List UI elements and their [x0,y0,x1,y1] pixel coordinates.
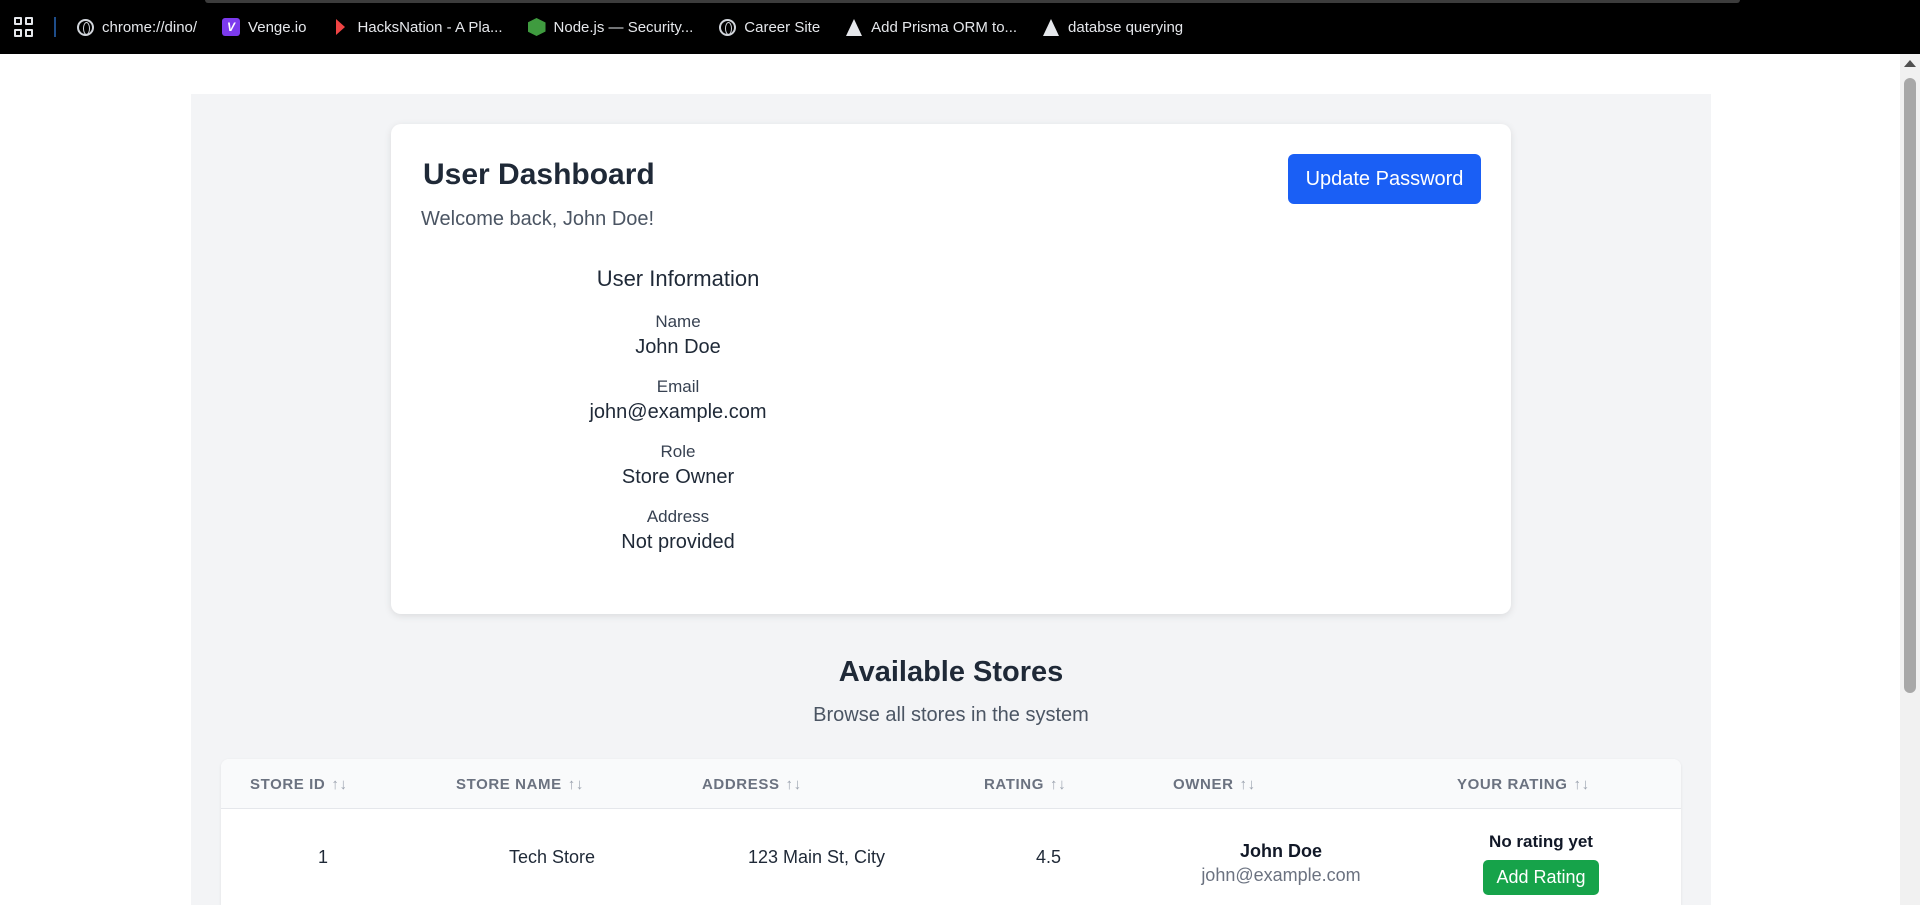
bookmark-nodejs-security[interactable]: Node.js — Security... [527,18,694,36]
scrollbar-thumb[interactable] [1904,78,1916,693]
bookmark-career-site[interactable]: Career Site [718,18,820,36]
dashboard-card: User Dashboard Welcome back, John Doe! U… [391,124,1511,614]
column-header-store-name[interactable]: STORE NAME ↑↓ [456,776,584,793]
table-header: STORE ID ↑↓ STORE NAME ↑↓ ADDRESS ↑↓ RATING… [221,759,1681,809]
tab-strip-edge [205,0,1740,3]
bookmark-label: Node.js — Security... [553,18,694,36]
column-header-address[interactable]: ADDRESS ↑↓ [702,776,802,793]
add-rating-button[interactable]: Add Rating [1483,860,1599,895]
column-label: ADDRESS [702,776,780,793]
stores-subtitle: Browse all stores in the system [813,704,1089,726]
user-information-heading: User Information [596,266,760,291]
field-address: Address Not provided [569,507,787,554]
globe-icon [76,18,94,36]
your-rating-status: No rating yet [1489,832,1593,851]
column-label: OWNER [1173,776,1234,793]
field-name: Name John Doe [569,312,787,359]
column-header-owner[interactable]: OWNER ↑↓ [1173,776,1256,793]
stores-title: Available Stores [838,656,1064,688]
bookmark-label: HacksNation - A Pla... [357,18,503,36]
sort-icon: ↑↓ [331,776,348,793]
bookmarks-bar: chrome://dino/ V Venge.io HacksNation - … [0,0,1920,54]
sort-icon: ↑↓ [1049,776,1067,793]
column-header-rating[interactable]: RATING ↑↓ [984,776,1066,793]
bookmark-venge[interactable]: V Venge.io [222,18,306,36]
user-information-section: User Information Name John Doe Email joh… [569,266,787,572]
nodejs-icon [527,18,546,36]
cell-store-name: Tech Store [509,847,596,867]
bookmark-label: Venge.io [248,18,307,36]
sort-icon: ↑↓ [1239,776,1256,793]
field-value: Store Owner [621,466,735,488]
bookmarks-divider [54,17,56,37]
scroll-up-arrow-icon[interactable] [1904,60,1916,67]
column-label: STORE ID [250,776,326,793]
field-value: Not provided [621,531,735,553]
page-title: User Dashboard [423,158,655,191]
stores-table: STORE ID ↑↓ STORE NAME ↑↓ ADDRESS ↑↓ RATING… [221,759,1681,905]
bookmark-label: Career Site [744,18,821,36]
cell-store-id: 1 [318,847,329,867]
apps-grid-icon[interactable] [14,17,34,37]
field-label: Email [656,377,700,396]
page-scrollbar[interactable] [1900,54,1920,905]
welcome-message: Welcome back, John Doe! [421,208,655,230]
update-password-button[interactable]: Update Password [1288,154,1481,204]
bookmark-hacksnation[interactable]: HacksNation - A Pla... [331,18,503,36]
field-email: Email john@example.com [569,377,787,424]
bookmark-add-prisma[interactable]: Add Prisma ORM to... [845,18,1017,36]
prisma-icon [1043,18,1060,36]
column-header-store-id[interactable]: STORE ID ↑↓ [250,776,348,793]
field-label: Role [660,442,696,461]
bookmark-label: Add Prisma ORM to... [871,18,1018,36]
sort-icon: ↑↓ [1573,776,1590,793]
column-label: RATING [984,776,1044,793]
bookmark-database-querying[interactable]: databse querying [1042,18,1183,36]
globe-icon [718,18,736,36]
column-label: STORE NAME [456,776,562,793]
table-row: 1 Tech Store 123 Main St, City 4.5 John … [221,809,1681,905]
column-header-your-rating[interactable]: YOUR RATING ↑↓ [1457,776,1590,793]
field-role: Role Store Owner [569,442,787,489]
column-label: YOUR RATING [1457,776,1568,793]
hacksnation-icon [335,19,345,35]
bookmark-label: databse querying [1068,18,1184,36]
page-container: User Dashboard Welcome back, John Doe! U… [191,94,1711,905]
venge-icon: V [222,18,241,36]
cell-your-rating: No rating yet Add Rating [1453,832,1629,895]
field-label: Address [646,507,710,526]
sort-icon: ↑↓ [567,776,584,793]
bookmark-chrome-dino[interactable]: chrome://dino/ [76,18,197,36]
field-value: John Doe [635,336,721,358]
sort-icon: ↑↓ [785,776,802,793]
field-label: Name [655,312,701,331]
cell-owner: John Doe john@example.com [1171,841,1391,886]
cell-rating: 4.5 [1036,847,1062,867]
cell-address: 123 Main St, City [748,847,886,867]
field-value: john@example.com [589,401,767,423]
owner-name: John Doe [1239,841,1322,861]
owner-email: john@example.com [1201,865,1361,885]
prisma-icon [846,18,863,36]
bookmark-label: chrome://dino/ [102,18,198,36]
